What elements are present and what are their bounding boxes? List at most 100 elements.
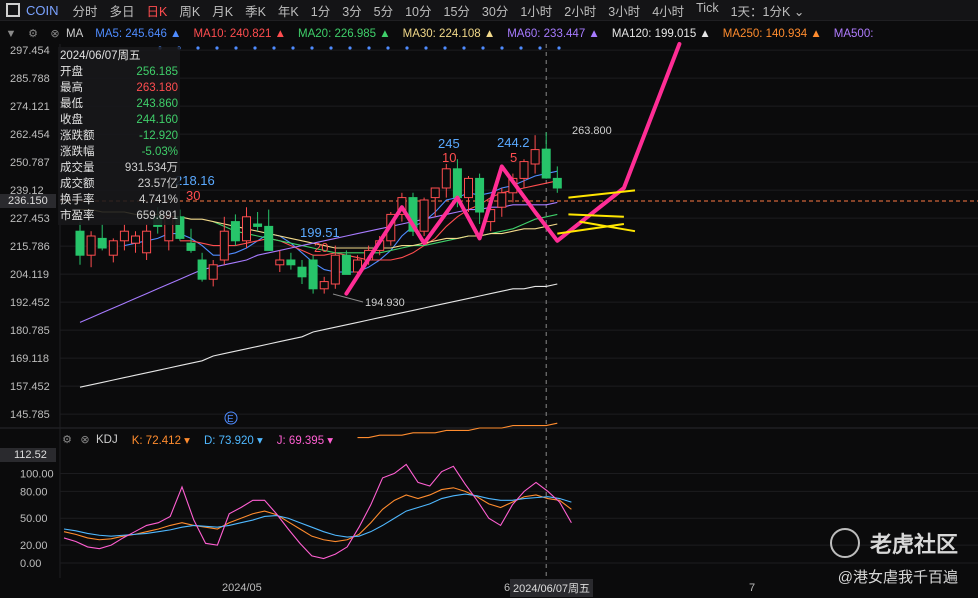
info-key: 成交量 [60,162,95,174]
price-tick: 157.452 [10,381,50,393]
watermark-brand: 老虎社区 [829,527,958,559]
info-value: 243.860 [136,98,178,110]
candle-body [519,161,529,179]
ohlc-info-box: 2024/06/07周五 开盘 256.185 最高 263.180 最低 243.860… [58,47,180,225]
candle-body [341,254,351,275]
candle-body [419,199,429,232]
price-tick: 274.121 [10,101,50,113]
event-dot [329,46,333,50]
price-tick: 215.786 [10,241,50,253]
candle-body [242,216,251,242]
kdj-line-d [63,493,572,538]
info-key: 最低 [60,98,83,110]
kdj-indicator-name: KDJ [96,434,118,446]
candle-body [119,230,129,242]
annotation-5: 5 [510,150,517,165]
candle-body [541,148,551,179]
settings-gear-icon[interactable]: ⚙ [60,433,74,447]
info-key: 收盘 [60,114,83,126]
event-dot [538,46,542,50]
event-dot [519,46,523,50]
kdj-current-tag: 112.52 [0,448,56,462]
info-row: 涨跌额 -12.920 [60,128,178,144]
candle-body [75,230,85,256]
kdj-indicator-bar: ⚙ ⊗ KDJ K: 72.412 ▾ D: 73.920 ▾ J: 69.395 … [60,432,347,448]
ma-line-ma250 [357,422,558,439]
annotation-30: 30 [186,188,200,203]
annotation-218: 218.16 [175,173,215,188]
event-dot [443,46,447,50]
event-dot [405,46,409,50]
drawn-yellow-stroke [557,223,625,235]
info-key: 市盈率 [60,210,95,222]
price-tick: 262.454 [10,129,50,141]
candle-body [452,168,462,199]
event-dot [234,46,238,50]
info-key: 涨跌额 [60,130,95,142]
event-dot [215,46,219,50]
kdj-values: K: 72.412 ▾ D: 73.920 ▾ J: 69.395 ▾ [132,433,347,447]
info-date: 2024/06/07周五 [60,50,141,62]
price-tick: 180.785 [10,325,50,337]
info-row: 最低 243.860 [60,96,178,112]
event-dot [291,46,295,50]
candle-body [142,230,152,254]
info-value: 244.160 [136,114,178,126]
price-tick: 169.118 [10,353,49,365]
price-tick: 250.787 [10,157,50,169]
event-dot [348,46,352,50]
info-row: 最高 263.180 [60,80,178,96]
annotation-19951: 199.51 [300,225,340,240]
annotation-10: 10 [442,150,456,165]
info-rows: 开盘 256.185 最高 263.180 最低 243.860 收盘 244.160 涨跌额 -… [60,64,178,224]
kdj-tick: 50.00 [20,513,48,525]
x-label-may: 2024/05 [222,582,262,594]
event-dot [196,46,200,50]
info-row: 收盘 244.160 [60,112,178,128]
candle-body [275,259,285,266]
event-dot [386,46,390,50]
kdj-value-label: J: 69.395 ▾ [276,435,334,447]
kdj-tick: 20.00 [20,540,48,552]
kdj-value-label: D: 73.920 ▾ [203,435,263,447]
info-row: 成交额 23.57亿 [60,176,178,192]
low-leader-line [332,293,364,303]
info-value: 659.891 [136,210,178,222]
candle-body [497,192,507,208]
info-row: 涨跌幅 -5.03% [60,144,178,160]
info-key: 最高 [60,82,83,94]
price-tick: 145.785 [10,409,50,421]
candle-body [131,235,140,244]
candle-body [319,281,329,290]
price-tick: 204.119 [10,269,49,281]
info-value: 23.57亿 [137,178,178,190]
candle-body [430,187,440,199]
annotation-20: 20 [314,240,328,255]
close-icon[interactable]: ⊗ [78,433,92,447]
price-tick: 227.453 [10,213,50,225]
kdj-value-label: K: 72.412 ▾ [131,435,190,447]
annotation-2442: 244.2 [497,135,530,150]
candle-body [97,237,107,249]
candle-body [208,264,218,280]
event-e-label: E [227,414,234,425]
candle-body [464,177,473,199]
low-price-label: 194.930 [365,297,405,309]
info-key: 换手率 [60,194,95,206]
candle-body [552,177,562,189]
event-dot [424,46,428,50]
kdj-tick: 0.00 [20,558,41,570]
info-value: 256.185 [136,66,178,78]
info-value: -12.920 [138,130,178,142]
price-tick: 285.788 [10,73,50,85]
drawn-pink-path [344,42,682,296]
info-value: 263.180 [136,82,178,94]
info-value: 931.534万 [124,162,178,174]
event-dot [462,46,466,50]
candle-body [197,259,207,280]
watermark-user: @港女虐我千百遍 [837,569,958,586]
event-dot [481,46,485,50]
info-key: 成交额 [60,178,95,190]
candle-body [330,254,340,285]
event-dot [272,46,276,50]
